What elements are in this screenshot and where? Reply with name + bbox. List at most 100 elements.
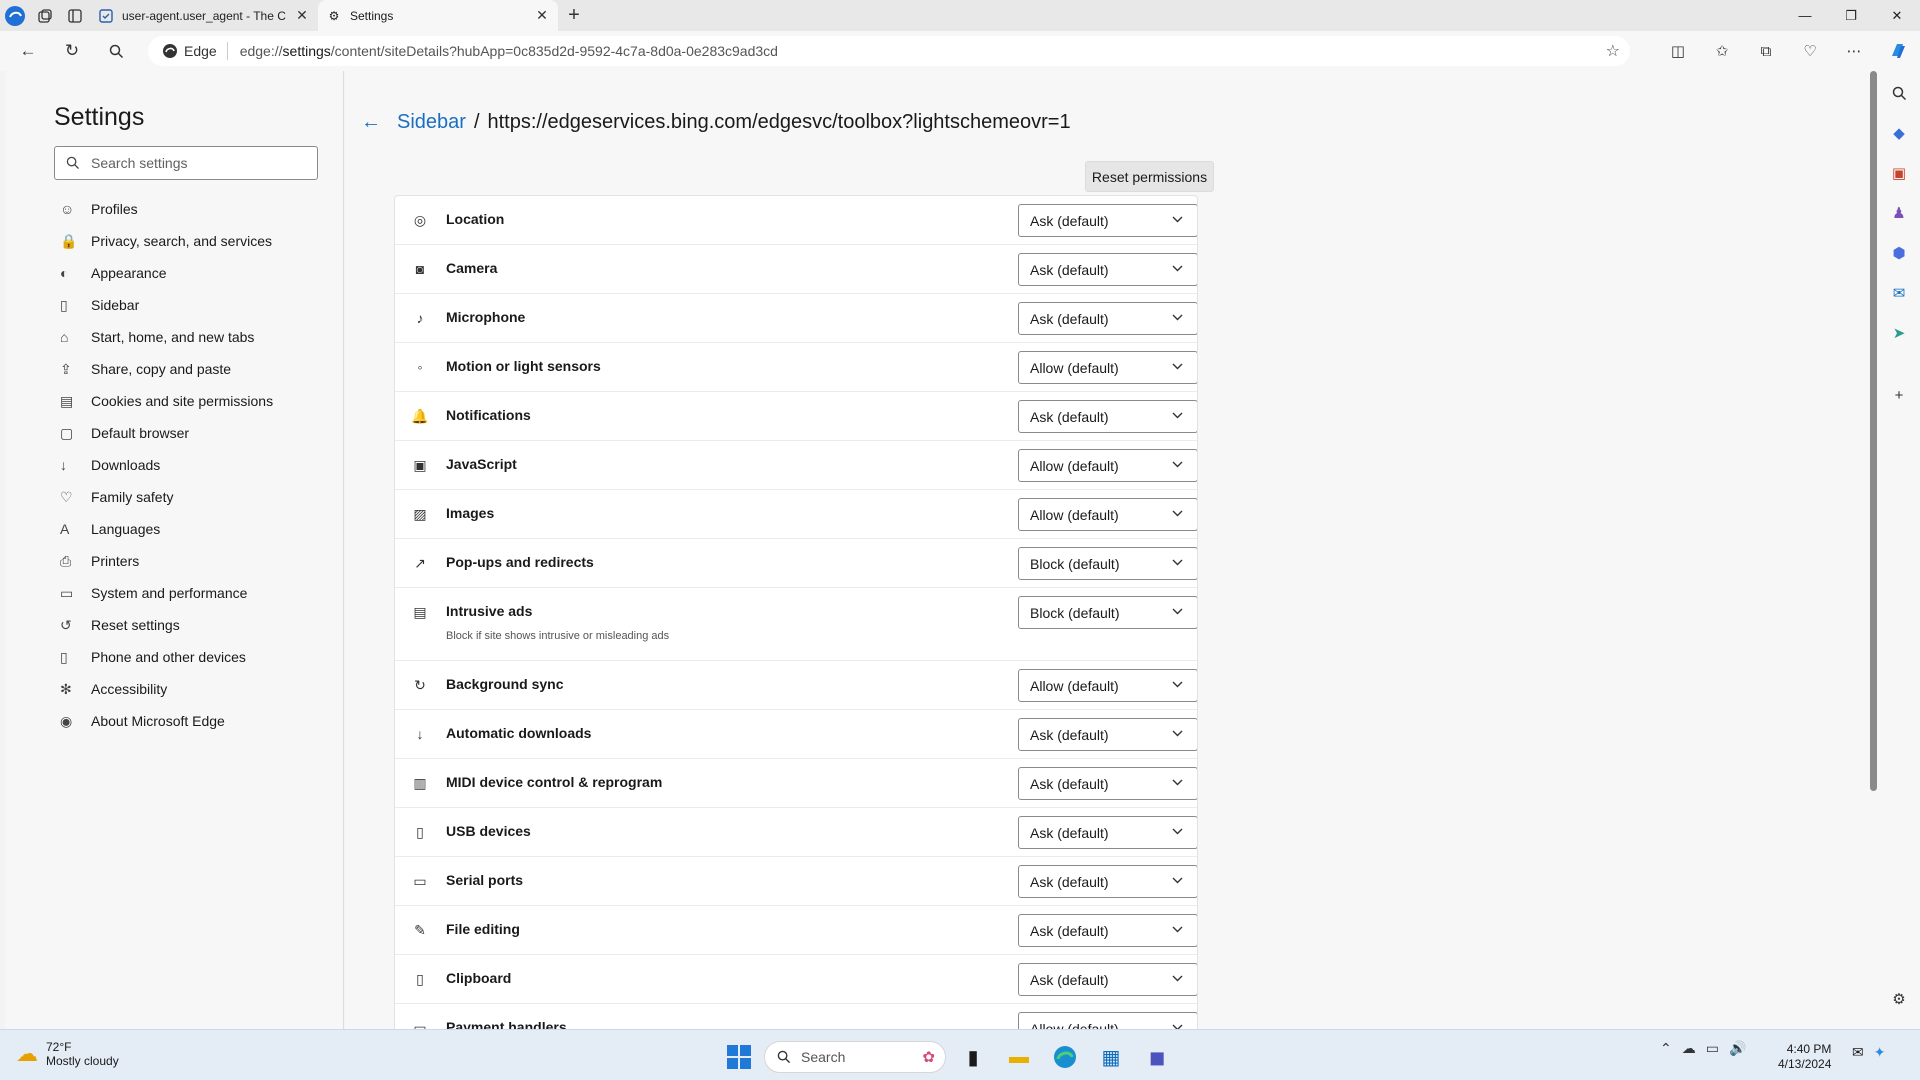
settings-nav-item-phone-and-other-devices[interactable]: ▯ Phone and other devices	[60, 641, 330, 673]
close-tab-icon[interactable]: ✕	[294, 7, 310, 24]
settings-nav-item-profiles[interactable]: ☺ Profiles	[60, 193, 330, 225]
permission-row: ↻ Background sync Allow (default)	[395, 661, 1197, 710]
network-icon[interactable]: ▭	[1706, 1040, 1719, 1057]
permission-dropdown[interactable]: Block (default)	[1018, 547, 1197, 580]
search-settings-box[interactable]	[54, 146, 318, 180]
permission-dropdown-value: Ask (default)	[1030, 971, 1109, 988]
microsoft-365-icon[interactable]: ⬢	[1887, 241, 1911, 265]
settings-nav-item-system-and-performance[interactable]: ▭ System and performance	[60, 577, 330, 609]
permission-dropdown[interactable]: Allow (default)	[1018, 449, 1197, 482]
outlook-icon[interactable]: ✉	[1887, 281, 1911, 305]
back-button[interactable]: ←	[6, 31, 50, 71]
sidebar-settings-icon[interactable]: ⚙	[1887, 987, 1911, 1011]
settings-nav-item-appearance[interactable]: ◐ Appearance	[60, 257, 330, 289]
permission-dropdown[interactable]: Ask (default)	[1018, 204, 1197, 237]
settings-nav-item-languages[interactable]: A Languages	[60, 513, 330, 545]
profile-avatar-icon[interactable]	[0, 1, 30, 31]
search-icon[interactable]	[1887, 81, 1911, 105]
shopping-tag-icon[interactable]: ◆	[1887, 121, 1911, 145]
permission-dropdown[interactable]: Ask (default)	[1018, 718, 1197, 751]
drop-icon[interactable]: ➤	[1887, 321, 1911, 345]
close-tab-icon[interactable]: ✕	[534, 7, 550, 24]
address-bar[interactable]: Edge edge://settings/content/siteDetails…	[148, 36, 1630, 66]
chevron-down-icon	[1172, 728, 1183, 740]
windows-start-icon[interactable]	[722, 1040, 756, 1074]
permission-dropdown[interactable]: Ask (default)	[1018, 963, 1197, 996]
settings-nav-item-about-microsoft-edge[interactable]: ◉ About Microsoft Edge	[60, 705, 330, 737]
split-screen-icon[interactable]: ◫	[1656, 31, 1700, 71]
settings-nav-item-privacy-search-and-services[interactable]: 🔒 Privacy, search, and services	[60, 225, 330, 257]
image-icon: ▨	[413, 505, 427, 522]
settings-nav-item-sidebar[interactable]: ▯ Sidebar	[60, 289, 330, 321]
new-tab-button[interactable]: +	[558, 0, 590, 31]
show-hidden-icons[interactable]: ⌃	[1660, 1040, 1672, 1057]
onedrive-icon[interactable]: ☁	[1682, 1040, 1696, 1057]
page-scrollbar[interactable]	[1867, 71, 1879, 1029]
settings-nav-item-accessibility[interactable]: ✻ Accessibility	[60, 673, 330, 705]
close-window-icon[interactable]: ✕	[1874, 0, 1920, 31]
settings-nav-item-share-copy-and-paste[interactable]: ⇪ Share, copy and paste	[60, 353, 330, 385]
taskbar-search-label: Search	[801, 1049, 846, 1065]
tab-user-agent[interactable]: user-agent.user_agent - The Coll ✕	[90, 0, 318, 31]
clock-time: 4:40 PM	[1786, 1042, 1832, 1056]
restore-icon[interactable]: ❐	[1828, 0, 1874, 31]
favorites-icon[interactable]: ✩	[1700, 31, 1744, 71]
refresh-button[interactable]: ↻	[50, 31, 94, 71]
settings-nav-item-printers[interactable]: ⎙ Printers	[60, 545, 330, 577]
permission-label: Clipboard	[446, 970, 512, 986]
collections-icon[interactable]: ⧉	[1744, 31, 1788, 71]
settings-nav-item-cookies-and-site-permissions[interactable]: ▤ Cookies and site permissions	[60, 385, 330, 417]
edge-taskbar-icon[interactable]	[1046, 1038, 1084, 1076]
breadcrumb-link-sidebar[interactable]: Sidebar	[397, 111, 466, 134]
workspaces-icon[interactable]	[30, 1, 60, 31]
back-arrow-icon[interactable]: ←	[361, 111, 389, 134]
add-app-icon[interactable]: +	[1887, 383, 1911, 407]
copilot-icon[interactable]	[1876, 31, 1920, 71]
volume-icon[interactable]: 🔊	[1729, 1040, 1746, 1057]
settings-nav-item-reset-settings[interactable]: ↺ Reset settings	[60, 609, 330, 641]
permission-dropdown[interactable]: Block (default)	[1018, 596, 1197, 629]
games-icon[interactable]: ♟	[1887, 201, 1911, 225]
task-view-icon[interactable]: ▮	[954, 1038, 992, 1076]
settings-nav-item-family-safety[interactable]: ♡ Family safety	[60, 481, 330, 513]
scroll-thumb[interactable]	[1870, 71, 1877, 791]
favorite-star-icon[interactable]: ☆	[1606, 41, 1620, 61]
permission-dropdown[interactable]: Ask (default)	[1018, 865, 1197, 898]
permission-label: Serial ports	[446, 872, 524, 888]
file-explorer-icon[interactable]: ▬	[1000, 1038, 1038, 1076]
appearance-icon: ◐	[60, 265, 69, 281]
tab-actions-icon[interactable]	[60, 1, 90, 31]
search-icon[interactable]	[94, 31, 138, 71]
permission-dropdown[interactable]: Allow (default)	[1018, 669, 1197, 702]
browser-essentials-icon[interactable]: ♡	[1788, 31, 1832, 71]
toolbox-icon[interactable]: ▣	[1887, 161, 1911, 185]
settings-nav-item-downloads[interactable]: ↓ Downloads	[60, 449, 330, 481]
settings-nav-item-start-home-and-new-tabs[interactable]: ⌂ Start, home, and new tabs	[60, 321, 330, 353]
permission-dropdown-value: Ask (default)	[1030, 824, 1109, 841]
store-icon[interactable]: ▦	[1092, 1038, 1130, 1076]
site-info-chip[interactable]: Edge	[148, 42, 228, 60]
permission-dropdown[interactable]: Allow (default)	[1018, 498, 1197, 531]
teams-icon[interactable]: ◼	[1138, 1038, 1176, 1076]
weather-widget[interactable]: ☁ 72°F Mostly cloudy	[16, 1040, 119, 1068]
permission-dropdown[interactable]: Ask (default)	[1018, 767, 1197, 800]
copilot-taskbar-icon[interactable]: ✦	[1874, 1044, 1886, 1061]
settings-nav-item-default-browser[interactable]: ▢ Default browser	[60, 417, 330, 449]
more-options-icon[interactable]: ⋯	[1832, 31, 1876, 71]
permission-dropdown[interactable]: Ask (default)	[1018, 400, 1197, 433]
reset-permissions-button[interactable]: Reset permissions	[1085, 161, 1214, 192]
chevron-down-icon	[1172, 679, 1183, 691]
search-settings-input[interactable]	[91, 155, 311, 171]
permission-dropdown[interactable]: Ask (default)	[1018, 816, 1197, 849]
notification-icon[interactable]: ✉	[1852, 1044, 1864, 1061]
tab-settings[interactable]: ⚙ Settings ✕	[318, 0, 558, 31]
permission-dropdown[interactable]: Ask (default)	[1018, 253, 1197, 286]
minimize-icon[interactable]: —	[1782, 0, 1828, 31]
taskbar-search[interactable]: Search ✿	[764, 1041, 946, 1073]
clock[interactable]: 4:40 PM 4/13/2024	[1778, 1042, 1831, 1072]
permission-dropdown[interactable]: Allow (default)	[1018, 351, 1197, 384]
taskbar-apps: Search ✿ ▮ ▬ ▦ ◼	[722, 1038, 1176, 1076]
permission-dropdown[interactable]: Ask (default)	[1018, 914, 1197, 947]
permission-dropdown[interactable]: Ask (default)	[1018, 302, 1197, 335]
permission-dropdown-value: Ask (default)	[1030, 775, 1109, 792]
